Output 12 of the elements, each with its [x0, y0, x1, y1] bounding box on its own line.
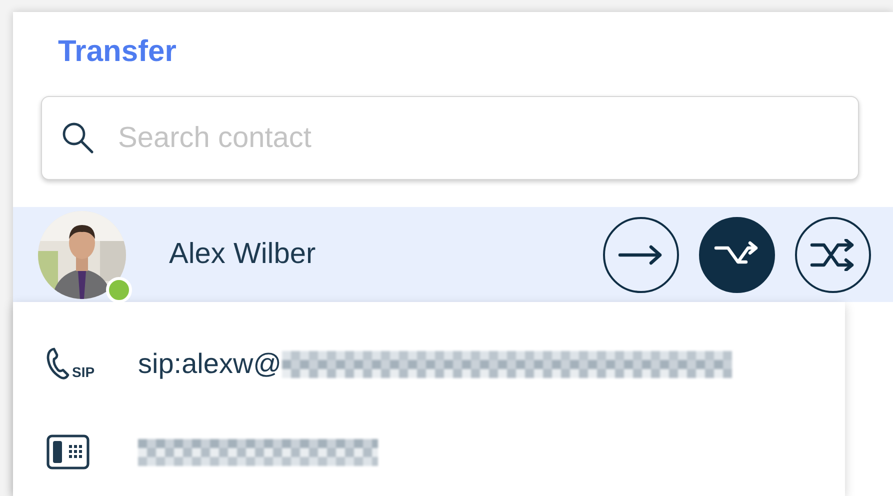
desk-phone-icon [46, 434, 90, 470]
panel-title: Transfer [58, 34, 176, 70]
shuffle-icon [810, 238, 856, 270]
contact-name: Alex Wilber [169, 238, 316, 271]
search-field[interactable]: Search contact [41, 96, 859, 180]
merge-button[interactable] [795, 216, 871, 292]
contact-row[interactable]: Alex Wilber [13, 207, 893, 302]
sip-label: SIP [72, 364, 95, 380]
arrow-right-icon [618, 244, 664, 266]
contact-address: sip:alexw@ [138, 348, 282, 380]
phone-icon [46, 346, 70, 382]
transfer-button[interactable] [603, 216, 679, 292]
